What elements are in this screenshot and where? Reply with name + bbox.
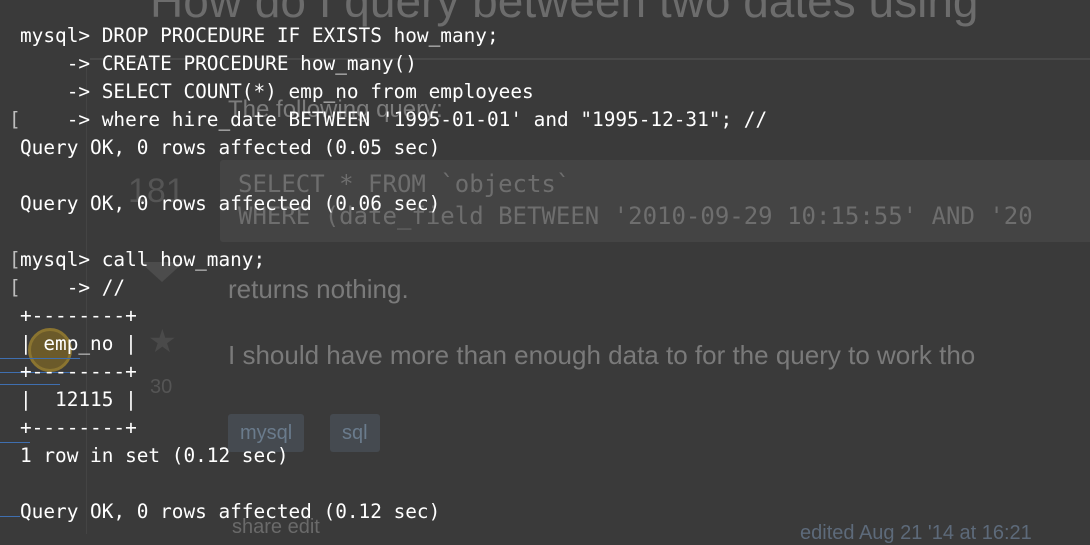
result-table-border: +--------+ <box>20 416 137 439</box>
terminal-line: Query OK, 0 rows affected (0.06 sec) <box>20 192 441 215</box>
terminal-line: 1 row in set (0.12 sec) <box>20 444 289 467</box>
terminal-line: -> CREATE PROCEDURE how_many() <box>20 52 417 75</box>
terminal-line: -> // <box>20 276 126 299</box>
terminal-line: mysql> call how_many; <box>20 248 266 271</box>
result-table-header: | emp_no | <box>20 332 137 355</box>
terminal-window[interactable]: mysql> DROP PROCEDURE IF EXISTS how_many… <box>0 0 1090 534</box>
line-marker: [ <box>9 276 21 299</box>
line-marker: [ <box>9 248 21 271</box>
terminal-line: -> where hire_date BETWEEN '1995-01-01' … <box>20 108 768 131</box>
result-table-row: | 12115 | <box>20 388 137 411</box>
terminal-line: mysql> DROP PROCEDURE IF EXISTS how_many… <box>20 24 499 47</box>
terminal-line: Query OK, 0 rows affected (0.12 sec) <box>20 500 441 523</box>
result-table-border: +--------+ <box>20 304 137 327</box>
terminal-line: Query OK, 0 rows affected (0.05 sec) <box>20 136 441 159</box>
result-table-border: +--------+ <box>20 360 137 383</box>
terminal-line: -> SELECT COUNT(*) emp_no from employees <box>20 80 534 103</box>
line-marker: [ <box>9 108 21 131</box>
